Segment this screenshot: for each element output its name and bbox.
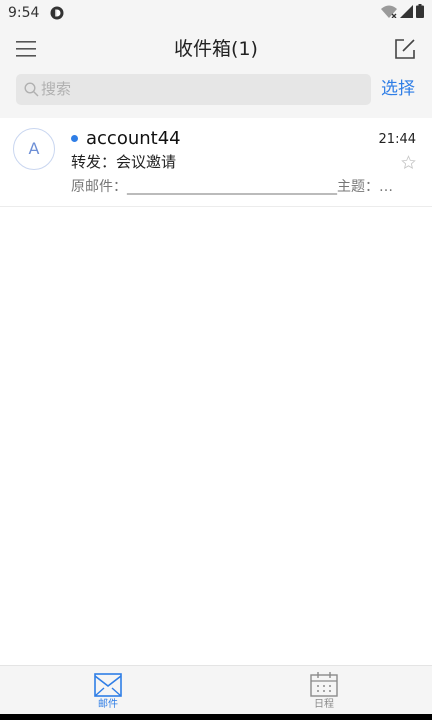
select-button[interactable]: 选择 <box>381 78 415 100</box>
mail-app-screen: 9:54 收件箱(1) 搜索 选择 A account44 21:44 转发：会… <box>0 0 432 720</box>
mail-icon <box>93 672 123 698</box>
page-title: 收件箱(1) <box>174 38 258 60</box>
compose-icon[interactable] <box>392 36 418 62</box>
header-bar: 收件箱(1) <box>0 26 432 72</box>
mail-sender: account44 <box>86 128 181 149</box>
wifi-icon <box>381 3 397 22</box>
unread-indicator <box>71 135 78 142</box>
status-time: 9:54 <box>8 5 40 21</box>
tab-mail[interactable]: 邮件 <box>0 666 216 715</box>
mail-time: 21:44 <box>378 132 416 147</box>
status-icons <box>381 3 424 22</box>
tab-mail-label: 邮件 <box>98 699 118 710</box>
signal-icon <box>400 3 413 22</box>
sender-avatar: A <box>13 128 55 170</box>
search-placeholder: 搜索 <box>41 80 72 98</box>
mail-preview: 原邮件：______________________________主题：… <box>71 179 393 195</box>
app-notification-icon <box>50 5 64 20</box>
battery-icon <box>416 3 424 22</box>
mail-subject: 转发：会议邀请 <box>71 153 177 171</box>
search-row: 搜索 选择 <box>0 72 432 118</box>
calendar-icon <box>309 672 339 698</box>
search-icon <box>24 82 39 97</box>
star-icon[interactable] <box>401 155 416 170</box>
tab-calendar-label: 日程 <box>314 699 334 710</box>
status-bar: 9:54 <box>0 0 432 26</box>
mail-list-item[interactable]: A account44 21:44 转发：会议邀请 原邮件：__________… <box>0 118 432 207</box>
search-input[interactable]: 搜索 <box>16 74 371 105</box>
tab-calendar[interactable]: 日程 <box>216 666 432 715</box>
system-nav-bar <box>0 714 432 720</box>
bottom-tab-bar: 邮件 日程 <box>0 665 432 715</box>
